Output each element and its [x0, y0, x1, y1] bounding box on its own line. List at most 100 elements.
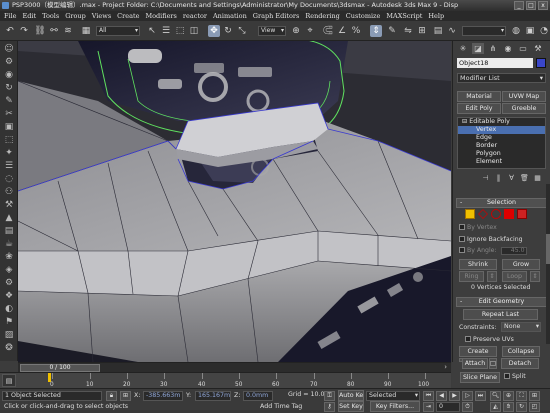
z-coordinate-field[interactable]: 0.0mm: [243, 391, 273, 401]
trackbar-toggle-icon[interactable]: ▤: [2, 374, 16, 387]
modifier-list-dropdown[interactable]: Modifier List: [457, 73, 546, 83]
tool-icon-5[interactable]: ✎: [3, 95, 15, 107]
by-vertex-row[interactable]: By Vertex: [459, 224, 497, 231]
tool-icon-11[interactable]: ◌: [3, 173, 15, 185]
key-mode-icon[interactable]: ⚿: [324, 391, 335, 401]
named-selection-sets-dropdown[interactable]: [462, 26, 506, 36]
zoom-extents-all-icon[interactable]: ⊞: [529, 391, 540, 401]
zoom-icon[interactable]: 🔍︎: [490, 391, 501, 401]
lock-selection-icon[interactable]: 🔒︎: [106, 391, 117, 401]
perspective-viewport[interactable]: [18, 41, 451, 362]
remove-modifier-icon[interactable]: 🗑︎: [520, 174, 529, 183]
uvw-map-button[interactable]: UVW Map: [502, 91, 546, 102]
time-configuration-icon[interactable]: ⏱: [462, 402, 473, 412]
vertex-level-icon[interactable]: [465, 209, 475, 219]
select-and-manipulate-icon[interactable]: ⌖: [304, 25, 316, 37]
set-key-button[interactable]: Set Key: [338, 401, 364, 412]
tool-icon-19[interactable]: ⚙: [3, 277, 15, 289]
key-mode-toggle-icon[interactable]: ⇥: [423, 402, 434, 412]
stack-item-editable-poly[interactable]: ⊟ Editable Poly: [458, 118, 545, 126]
loop-button[interactable]: Loop: [502, 271, 527, 282]
x-coordinate-field[interactable]: -385.663m: [143, 391, 183, 401]
stack-item-vertex[interactable]: Vertex: [458, 126, 545, 134]
collapse-button[interactable]: Collapse: [502, 346, 540, 357]
tool-icon-15[interactable]: ▤: [3, 225, 15, 237]
snaps-toggle-icon[interactable]: 🧲︎: [322, 25, 334, 37]
menu-modifiers[interactable]: Modifiers: [145, 11, 176, 21]
undo-icon[interactable]: ↶: [4, 25, 16, 37]
mirror-icon[interactable]: ⇋: [402, 25, 414, 37]
tool-icon-3[interactable]: ◉: [3, 69, 15, 81]
display-tab-icon[interactable]: ▭: [517, 43, 529, 54]
panel-scrollbar-thumb[interactable]: [546, 234, 550, 264]
object-name-field[interactable]: Object18: [457, 58, 533, 68]
tool-icon-9[interactable]: ✦: [3, 147, 15, 159]
reference-coordinate-dropdown[interactable]: View: [258, 26, 286, 36]
time-slider-thumb[interactable]: 0 / 100: [20, 364, 100, 372]
y-coordinate-field[interactable]: 165.167m: [195, 391, 231, 401]
border-level-icon[interactable]: [491, 209, 501, 219]
zoom-all-icon[interactable]: ⊕: [503, 391, 514, 401]
angle-snap-icon[interactable]: ∠: [336, 25, 348, 37]
tool-icon-24[interactable]: ❂: [3, 342, 15, 354]
slice-plane-button[interactable]: Slice Plane: [460, 372, 500, 383]
next-frame-icon[interactable]: ▷: [462, 391, 473, 401]
split-row[interactable]: Split: [504, 373, 526, 380]
material-editor-icon[interactable]: ◍: [510, 25, 522, 37]
layer-manager-icon[interactable]: ▤: [432, 25, 444, 37]
tool-icon-14[interactable]: ▲: [3, 212, 15, 224]
hierarchy-tab-icon[interactable]: ⋔: [487, 43, 499, 54]
quick-render-icon[interactable]: ◔: [538, 25, 550, 37]
add-time-tag[interactable]: Add Time Tag: [258, 403, 306, 413]
auto-key-selection-dropdown[interactable]: Selected ▾: [366, 391, 420, 401]
key-filters-button[interactable]: Key Filters...: [370, 401, 420, 412]
preserve-uvs-checkbox[interactable]: [465, 336, 471, 342]
select-filter-icon[interactable]: ▦: [80, 25, 92, 37]
tool-icon-16[interactable]: ☕: [3, 238, 15, 250]
by-angle-spinner[interactable]: 45.0: [500, 247, 527, 255]
current-frame-marker[interactable]: [48, 373, 51, 382]
motion-tab-icon[interactable]: ◉: [502, 43, 514, 54]
material-button[interactable]: Material: [457, 91, 501, 102]
pan-view-icon[interactable]: ✋︎: [503, 402, 514, 412]
link-icon[interactable]: ⛓: [34, 25, 46, 37]
absolute-mode-icon[interactable]: ⊞: [120, 391, 131, 401]
select-by-name-icon[interactable]: ☰: [160, 25, 172, 37]
selection-rollout-header[interactable]: - Selection: [456, 198, 547, 208]
rectangular-selection-icon[interactable]: ⬚: [174, 25, 186, 37]
by-angle-row[interactable]: By Angle: 45.0: [459, 247, 527, 255]
time-slider-track[interactable]: 0 / 100 ›: [18, 362, 451, 372]
utilities-tab-icon[interactable]: ⚒: [532, 43, 544, 54]
play-icon[interactable]: ▶: [449, 391, 460, 401]
pin-stack-icon[interactable]: ⊣: [481, 174, 490, 183]
stack-item-element[interactable]: Element: [458, 158, 545, 166]
arc-rotate-icon[interactable]: ↻: [516, 402, 527, 412]
tool-icon-6[interactable]: ✂: [3, 108, 15, 120]
curve-editor-icon[interactable]: ∿: [446, 25, 458, 37]
loop-spinner[interactable]: ⇕: [530, 271, 540, 282]
select-and-move-icon[interactable]: ✥: [208, 25, 220, 37]
menu-tools[interactable]: Tools: [42, 11, 59, 21]
timeline-ruler[interactable]: ▤ 0 10 20 30 40 50 60 70 80 90 100: [0, 372, 451, 388]
preserve-uvs-row[interactable]: Preserve UVs: [465, 336, 514, 343]
named-selection-icon[interactable]: ✎: [386, 25, 398, 37]
shrink-button[interactable]: Shrink: [459, 259, 497, 270]
tool-icon-7[interactable]: ▣: [3, 121, 15, 133]
make-unique-icon[interactable]: ∀: [507, 174, 516, 183]
menu-maxscript[interactable]: MAXScript: [386, 11, 422, 21]
menu-animation[interactable]: Animation: [213, 11, 247, 21]
stack-item-polygon[interactable]: Polygon: [458, 150, 545, 158]
tool-icon-12[interactable]: ⚇: [3, 186, 15, 198]
panel-scrollbar[interactable]: [546, 184, 550, 344]
redo-icon[interactable]: ↷: [18, 25, 30, 37]
ignore-backfacing-checkbox[interactable]: [459, 236, 465, 242]
tool-icon-13[interactable]: ⚒: [3, 199, 15, 211]
zoom-extents-icon[interactable]: ⛶: [516, 391, 527, 401]
split-checkbox[interactable]: [504, 373, 510, 379]
detach-button[interactable]: Detach: [501, 358, 539, 369]
menu-views[interactable]: Views: [92, 11, 111, 21]
tool-icon-4[interactable]: ↻: [3, 82, 15, 94]
goto-start-icon[interactable]: ⏮: [423, 391, 434, 401]
ignore-backfacing-row[interactable]: Ignore Backfacing: [459, 236, 523, 243]
edge-level-icon[interactable]: [478, 209, 488, 219]
